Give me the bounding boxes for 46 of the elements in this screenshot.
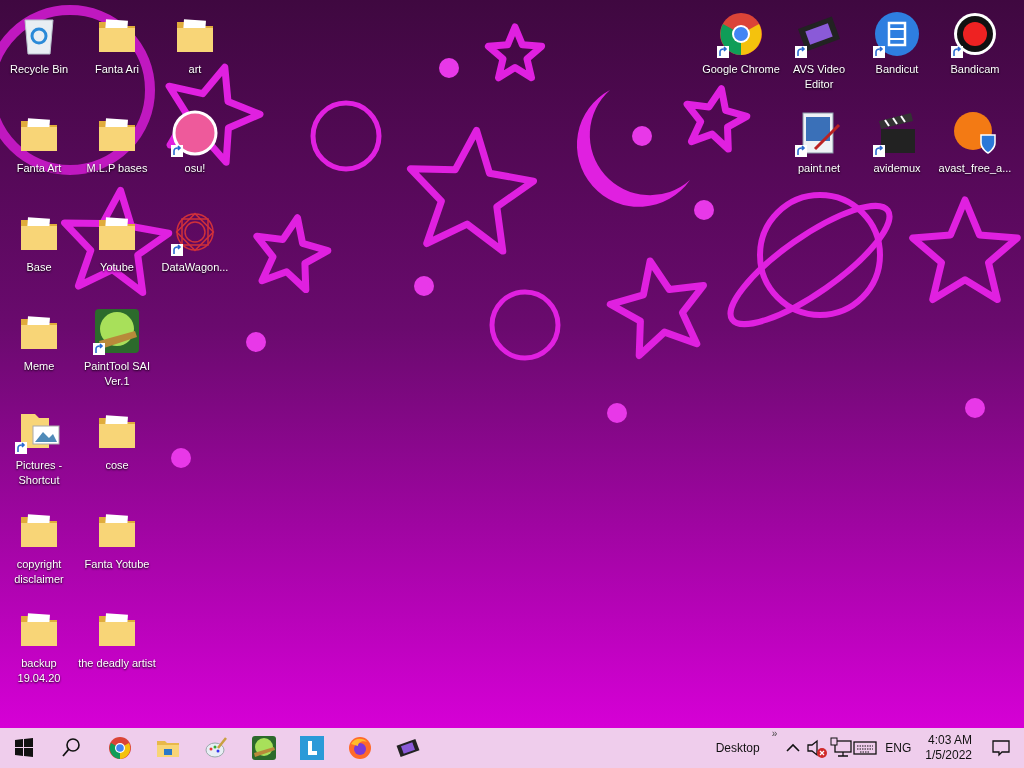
clock-time[interactable]: 4:03 AM xyxy=(927,733,972,748)
star-shape xyxy=(683,85,751,153)
icon-label[interactable]: cose xyxy=(78,458,156,473)
icon-label[interactable]: Base xyxy=(0,260,78,275)
dot-shape xyxy=(632,126,652,146)
icon-label[interactable]: copyright disclaimer xyxy=(0,557,78,587)
app-circle-icon[interactable] xyxy=(171,109,219,157)
dot-shape xyxy=(694,200,714,220)
icon-label[interactable]: PaintTool SAI Ver.1 xyxy=(78,359,156,389)
ring-shape xyxy=(489,289,561,361)
dot-shape xyxy=(171,448,191,468)
language-indicator[interactable]: ENG xyxy=(885,739,912,757)
icon-label[interactable]: Fanta Yotube xyxy=(78,557,156,572)
icon-label[interactable]: Fanta Art xyxy=(0,161,78,176)
film-icon[interactable] xyxy=(873,10,921,58)
dot-shape xyxy=(965,398,985,418)
dot-shape xyxy=(246,332,266,352)
icon-label[interactable]: M.L.P bases xyxy=(78,161,156,176)
dot-shape xyxy=(439,58,459,78)
star-shape xyxy=(484,23,546,82)
desktop-toolbar-label[interactable]: Desktop xyxy=(715,739,760,757)
icon-label[interactable]: avast_free_a... xyxy=(936,161,1014,176)
record-icon[interactable] xyxy=(951,10,999,58)
icon-label[interactable]: Meme xyxy=(0,359,78,374)
shield-icon[interactable] xyxy=(951,109,999,157)
icon-label[interactable]: osu! xyxy=(156,161,234,176)
ring-shape xyxy=(310,100,382,172)
icon-label[interactable]: backup 19.04.20 xyxy=(0,656,78,686)
icon-label[interactable]: DataWagon... xyxy=(156,260,234,275)
icon-label[interactable]: Fanta Ari xyxy=(78,62,156,77)
icon-label[interactable]: the deadly artist xyxy=(78,656,156,671)
icon-label[interactable]: AVS Video Editor xyxy=(780,62,858,92)
icon-label[interactable]: Yotube xyxy=(78,260,156,275)
icon-label[interactable]: Pictures - Shortcut xyxy=(0,458,78,488)
chrome-icon[interactable] xyxy=(717,10,765,58)
dot-shape xyxy=(414,276,434,296)
icon-label[interactable]: Recycle Bin xyxy=(0,62,78,77)
dot-shape xyxy=(607,403,627,423)
icon-label[interactable]: art xyxy=(156,62,234,77)
icon-label[interactable]: Google Chrome xyxy=(702,62,780,77)
icon-label[interactable]: Bandicam xyxy=(936,62,1014,77)
icon-label[interactable]: avidemux xyxy=(858,161,936,176)
icon-label[interactable]: paint.net xyxy=(780,161,858,176)
toolbar-overflow-button[interactable]: » xyxy=(771,729,778,739)
icon-label[interactable]: Bandicut xyxy=(858,62,936,77)
clock-date[interactable]: 1/5/2022 xyxy=(925,748,972,763)
